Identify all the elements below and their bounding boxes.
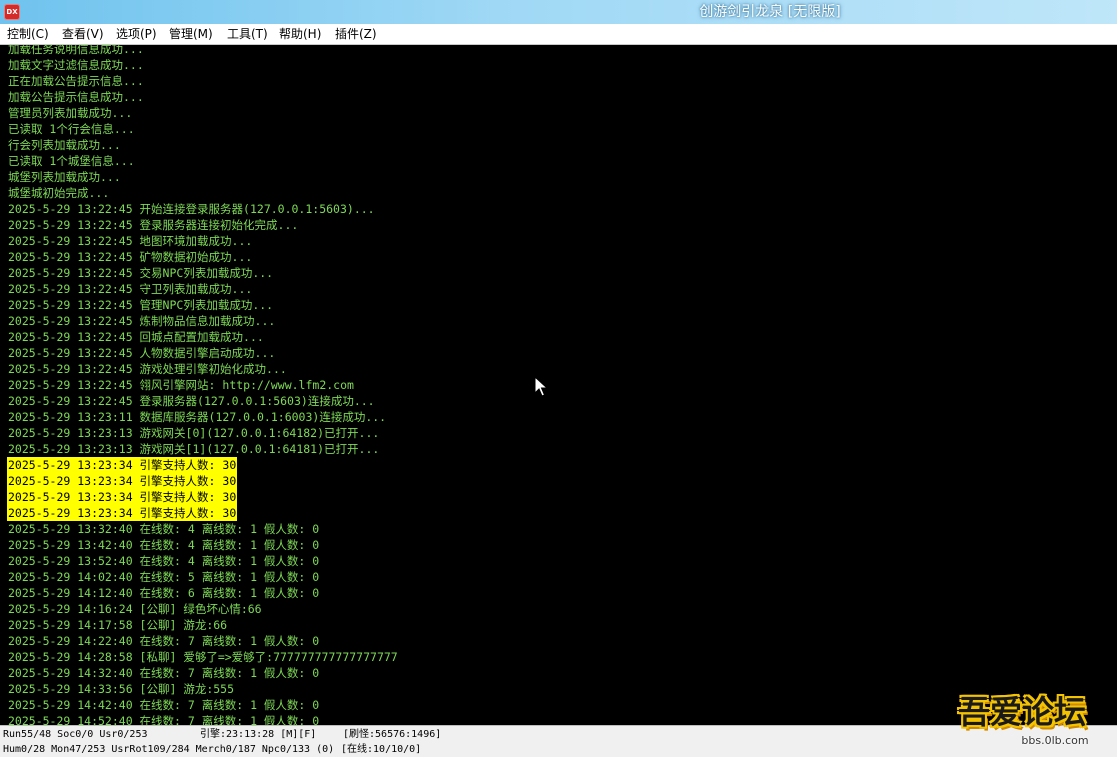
log-line: 2025-5-29 13:22:45 登录服务器连接初始化完成... xyxy=(8,218,299,232)
watermark-url: bbs.0lb.com xyxy=(1021,734,1089,747)
forum-watermark-logo: 吾爱论坛 bbs.0lb.com xyxy=(958,690,1108,750)
menu-plugins[interactable]: 插件(Z) xyxy=(331,24,381,44)
log-line: 加载文字过滤信息成功... xyxy=(8,58,144,72)
menu-manage[interactable]: 管理(M) xyxy=(165,24,217,44)
log-line: 2025-5-29 13:22:45 人物数据引擎启动成功... xyxy=(8,346,276,360)
log-line: 2025-5-29 14:17:58 [公聊] 游龙:66 xyxy=(8,618,228,632)
log-line: 加载任务说明信息成功... xyxy=(8,45,144,56)
log-line: 2025-5-29 13:22:45 游戏处理引擎初始化成功... xyxy=(8,362,287,376)
log-line: 城堡列表加载成功... xyxy=(8,170,121,184)
log-line: 2025-5-29 13:52:40 在线数: 4 离线数: 1 假人数: 0 xyxy=(8,554,320,568)
mouse-cursor-icon xyxy=(534,376,548,397)
log-line: 2025-5-29 13:22:45 管理NPC列表加载成功... xyxy=(8,298,274,312)
log-line: 2025-5-29 13:22:45 地图环境加载成功... xyxy=(8,234,253,248)
status-object-counts: Hum0/28 Mon47/253 UsrRot109/284 Merch0/1… xyxy=(3,744,335,755)
log-line: 管理员列表加载成功... xyxy=(8,106,133,120)
log-line: 2025-5-29 13:32:40 在线数: 4 离线数: 1 假人数: 0 xyxy=(8,522,320,536)
window-title: 创游剑引龙泉 [无限版] xyxy=(699,4,841,20)
log-line: 2025-5-29 14:32:40 在线数: 7 离线数: 1 假人数: 0 xyxy=(8,666,320,680)
menu-tools[interactable]: 工具(T) xyxy=(223,24,272,44)
log-line-highlighted: 2025-5-29 13:23:34 引擎支持人数: 30 xyxy=(7,489,238,505)
log-line: 2025-5-29 13:23:13 游戏网关[0](127.0.0.1:641… xyxy=(8,426,380,440)
log-line: 2025-5-29 14:12:40 在线数: 6 离线数: 1 假人数: 0 xyxy=(8,586,320,600)
log-line: 已读取 1个城堡信息... xyxy=(8,154,135,168)
log-line: 2025-5-29 14:22:40 在线数: 7 离线数: 1 假人数: 0 xyxy=(8,634,320,648)
menu-view[interactable]: 查看(V) xyxy=(58,24,108,44)
menu-help[interactable]: 帮助(H) xyxy=(275,24,325,44)
menu-options[interactable]: 选项(P) xyxy=(112,24,161,44)
log-console[interactable]: 加载任务说明信息成功... 加载文字过滤信息成功... 正在加载公告提示信息... 加… xyxy=(0,45,1117,725)
log-line: 2025-5-29 13:23:11 数据库服务器(127.0.0.1:6003… xyxy=(8,410,387,424)
log-line: 2025-5-29 14:16:24 [公聊] 绿色坏心情:66 xyxy=(8,602,262,616)
log-line: 2025-5-29 14:33:56 [公聊] 游龙:555 xyxy=(8,682,235,696)
log-line: 2025-5-29 13:22:45 炼制物品信息加载成功... xyxy=(8,314,276,328)
status-run-counts: Run55/48 Soc0/0 Usr0/253 xyxy=(3,729,148,740)
log-line-highlighted: 2025-5-29 13:23:34 引擎支持人数: 30 xyxy=(7,473,238,489)
log-line: 正在加载公告提示信息... xyxy=(8,74,144,88)
log-line: 2025-5-29 13:22:45 矿物数据初始成功... xyxy=(8,250,253,264)
log-line: 城堡城初始完成... xyxy=(8,186,110,200)
log-line: 2025-5-29 13:23:13 游戏网关[1](127.0.0.1:641… xyxy=(8,442,380,456)
log-line: 2025-5-29 13:22:45 守卫列表加载成功... xyxy=(8,282,253,296)
log-line: 行会列表加载成功... xyxy=(8,138,121,152)
log-line: 2025-5-29 13:22:45 开始连接登录服务器(127.0.0.1:5… xyxy=(8,202,375,216)
log-line: 已读取 1个行会信息... xyxy=(8,122,135,136)
log-line: 2025-5-29 13:22:45 回城点配置加载成功... xyxy=(8,330,264,344)
app-icon: DX xyxy=(4,4,20,20)
log-line: 加载公告提示信息成功... xyxy=(8,90,144,104)
log-line: 2025-5-29 13:22:45 登录服务器(127.0.0.1:5603)… xyxy=(8,394,375,408)
log-line: 2025-5-29 13:42:40 在线数: 4 离线数: 1 假人数: 0 xyxy=(8,538,320,552)
log-line-highlighted: 2025-5-29 13:23:34 引擎支持人数: 30 xyxy=(7,505,238,521)
log-line: 2025-5-29 14:02:40 在线数: 5 离线数: 1 假人数: 0 xyxy=(8,570,320,584)
status-bar: Run55/48 Soc0/0 Usr0/253 引擎:23:13:28 [M]… xyxy=(0,725,1117,757)
watermark-title: 吾爱论坛 xyxy=(958,693,1087,731)
log-line: 2025-5-29 13:22:45 翎风引擎网站: http://www.lf… xyxy=(8,378,354,392)
status-online: [在线:10/10/0] xyxy=(341,744,422,755)
log-line: 2025-5-29 13:22:45 交易NPC列表加载成功... xyxy=(8,266,274,280)
log-line: 2025-5-29 14:28:58 [私聊] 爱够了=>爱够了:7777777… xyxy=(8,650,398,664)
menu-bar: 控制(C) 查看(V) 选项(P) 管理(M) 工具(T) 帮助(H) 插件(Z… xyxy=(0,24,1117,45)
status-refresh-monsters: [刷怪:56576:1496] xyxy=(343,729,442,740)
log-line: 2025-5-29 14:42:40 在线数: 7 离线数: 1 假人数: 0 xyxy=(8,698,320,712)
menu-control[interactable]: 控制(C) xyxy=(3,24,53,44)
log-line: 2025-5-29 14:52:40 在线数: 7 离线数: 1 假人数: 0 xyxy=(8,714,320,725)
status-engine-time: 引擎:23:13:28 [M][F] xyxy=(200,729,317,740)
title-bar[interactable]: DX 创游剑引龙泉 [无限版] xyxy=(0,0,1117,24)
log-line-highlighted: 2025-5-29 13:23:34 引擎支持人数: 30 xyxy=(7,457,238,473)
